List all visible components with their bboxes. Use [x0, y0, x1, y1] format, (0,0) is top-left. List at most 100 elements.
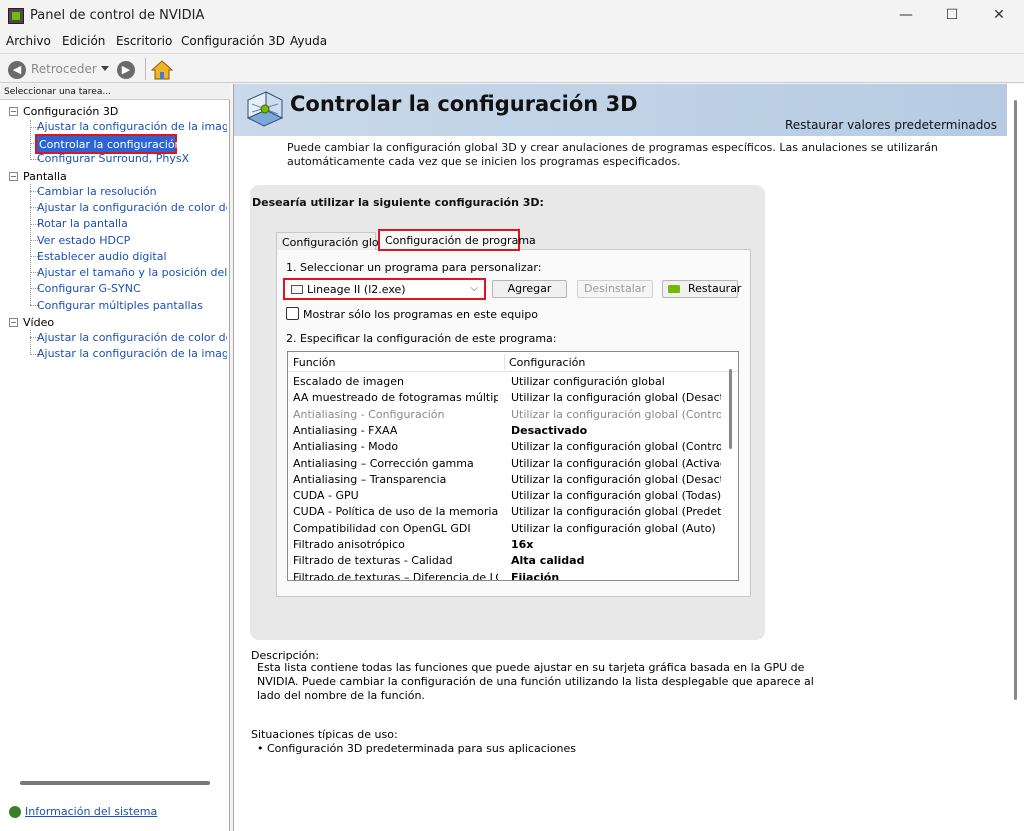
table-row[interactable]: Antialiasing – Transparencia Utilizar la … [288, 472, 724, 488]
table-row[interactable]: Antialiasing - Configuración Utilizar la … [288, 407, 724, 423]
sidebar-item-rotar-pantalla[interactable]: Rotar la pantalla [37, 217, 227, 230]
sidebar-item-cambiar-resolucion[interactable]: Cambiar la resolución [37, 185, 227, 198]
uninstall-program-button: Desinstalar [577, 280, 653, 298]
feature-name: Antialiasing - Modo [293, 440, 399, 454]
sidebar-item-multiples-pantallas[interactable]: Configurar múltiples pantallas [37, 299, 227, 312]
feature-name: Filtrado anisotrópico [293, 538, 405, 551]
show-local-programs-checkbox[interactable] [286, 307, 299, 320]
feature-value[interactable]: Desactivado [511, 424, 721, 437]
title-bar: Panel de control de NVIDIA — ☐ ✕ [0, 0, 1024, 32]
tree-group-pantalla[interactable]: Pantalla [23, 170, 67, 183]
sidebar-item-tamano-posicion[interactable]: Ajustar el tamaño y la posición del escr… [37, 266, 227, 279]
sidebar-item-imagen-video[interactable]: Ajustar la configuración de la imagen de… [37, 347, 227, 360]
feature-name: Filtrado de texturas – Diferencia de LOD… [293, 570, 498, 581]
sidebar-item-imagen-vista-previa[interactable]: Ajustar la configuración de la imagen co… [37, 120, 227, 133]
feature-value[interactable]: Utilizar la configuración global (Contro… [511, 408, 721, 421]
table-row[interactable]: Antialiasing – Corrección gamma Utilizar … [288, 456, 724, 472]
back-button-label[interactable]: Retroceder [31, 62, 97, 76]
system-info-icon [9, 806, 21, 818]
sidebar-item-color-video[interactable]: Ajustar la configuración de color del ví… [37, 331, 227, 344]
collapse-configuracion-3d-icon[interactable]: − [9, 107, 18, 116]
sidebar-item-controlar-3d[interactable]: Controlar la configuración 3D [35, 134, 200, 154]
menu-edicion[interactable]: Edición [62, 34, 105, 48]
nvidia-logo-icon [668, 285, 680, 293]
feature-name: Escalado de imagen [293, 375, 404, 388]
feature-value[interactable]: Utilizar la configuración global (Todas) [511, 489, 721, 502]
table-row[interactable]: Filtrado de texturas - Calidad Alta calid… [288, 553, 724, 569]
program-select-value: Lineage II (l2.exe) [307, 283, 406, 296]
restore-defaults-link[interactable]: Restaurar valores predeterminados [785, 118, 997, 132]
menu-archivo[interactable]: Archivo [6, 34, 51, 48]
back-arrow-icon[interactable]: ◀ [8, 61, 26, 79]
close-button[interactable]: ✕ [976, 0, 1022, 32]
feature-settings-list[interactable]: Función Configuración Escalado de imagen… [287, 351, 739, 581]
feature-value[interactable]: Utilizar la configuración global (Predet… [511, 505, 721, 518]
tree-group-video[interactable]: Vídeo [23, 316, 54, 329]
feature-name: Antialiasing – Corrección gamma [293, 456, 474, 470]
add-program-button[interactable]: Agregar [492, 280, 567, 298]
table-row[interactable]: Escalado de imagen Utilizar configuración… [288, 374, 724, 390]
tab-configuracion-programa[interactable]: Configuración de programa [378, 229, 536, 251]
table-row[interactable]: AA muestreado de fotogramas múltiples ..… [288, 390, 724, 406]
column-header-configuracion[interactable]: Configuración [509, 356, 585, 369]
table-row[interactable]: Antialiasing - Modo Utilizar la configura… [288, 439, 724, 455]
feature-name: Compatibilidad con OpenGL GDI [293, 521, 471, 535]
3d-settings-icon [246, 91, 284, 127]
table-row[interactable]: Filtrado de texturas – Diferencia de LOD… [288, 570, 724, 581]
feature-value[interactable]: Utilizar la configuración global (Activa… [511, 457, 721, 470]
menu-ayuda[interactable]: Ayuda [290, 34, 327, 48]
toolbar: ◀ Retroceder ▶ [0, 53, 1024, 83]
sidebar-item-audio-digital[interactable]: Establecer audio digital [37, 250, 227, 263]
sidebar-horizontal-scrollbar[interactable] [20, 781, 210, 785]
minimize-button[interactable]: — [883, 0, 929, 32]
feature-value[interactable]: Utilizar la configuración global (Contro… [511, 440, 721, 453]
menu-escritorio[interactable]: Escritorio [116, 34, 172, 48]
list-header: Función Configuración [288, 352, 738, 372]
table-row[interactable]: Compatibilidad con OpenGL GDI Utilizar la… [288, 521, 724, 537]
feature-name: Antialiasing - FXAA [293, 423, 398, 437]
main-scrollbar[interactable] [1014, 100, 1017, 700]
tab-configuracion-global[interactable]: Configuración global [276, 232, 395, 250]
menu-bar: Archivo Edición Escritorio Configuración… [0, 32, 1024, 52]
feature-value[interactable]: Utilizar la configuración global (Auto) [511, 522, 721, 535]
toolbar-separator [145, 58, 146, 80]
table-row[interactable]: Antialiasing - FXAA Desactivado [288, 423, 724, 439]
tree-group-configuracion-3d[interactable]: Configuración 3D [23, 105, 118, 118]
window-title: Panel de control de NVIDIA [30, 8, 205, 23]
forward-arrow-icon[interactable]: ▶ [117, 61, 135, 79]
system-info-link[interactable]: Información del sistema [25, 805, 157, 818]
main-content: Controlar la configuración 3D Restaurar … [233, 84, 1024, 831]
page-banner: Controlar la configuración 3D Restaurar … [234, 84, 1007, 136]
feature-name: Antialiasing – Transparencia [293, 472, 447, 486]
sidebar-item-g-sync[interactable]: Configurar G-SYNC [37, 282, 227, 295]
list-scrollbar[interactable] [729, 369, 732, 449]
collapse-video-icon[interactable]: − [9, 318, 18, 327]
maximize-button[interactable]: ☐ [929, 0, 975, 32]
collapse-pantalla-icon[interactable]: − [9, 172, 18, 181]
sidebar-item-hdcp[interactable]: Ver estado HDCP [37, 234, 227, 247]
show-local-programs-label[interactable]: Mostrar sólo los programas en este equip… [303, 308, 538, 321]
feature-value[interactable]: Utilizar la configuración global (Desact… [511, 473, 721, 486]
chevron-down-icon: ⌵ [470, 283, 478, 294]
column-header-funcion[interactable]: Función [293, 356, 335, 369]
sidebar-item-color-escritorio[interactable]: Ajustar la configuración de color del es… [37, 201, 227, 214]
menu-configuracion-3d[interactable]: Configuración 3D [181, 34, 285, 48]
page-title: Controlar la configuración 3D [290, 92, 638, 116]
nvidia-app-icon [8, 8, 24, 24]
table-row[interactable]: CUDA - GPU Utilizar la configuración glob… [288, 488, 724, 504]
feature-name: AA muestreado de fotogramas múltiples ..… [293, 391, 498, 405]
feature-value[interactable]: Utilizar configuración global [511, 375, 721, 388]
home-icon[interactable] [151, 60, 173, 80]
restore-program-button[interactable]: Restaurar [662, 280, 741, 298]
feature-value[interactable]: Utilizar la configuración global (Desact… [511, 391, 721, 404]
sidebar-item-surround-physx[interactable]: Configurar Surround, PhysX [37, 152, 227, 165]
feature-value[interactable]: Alta calidad [511, 554, 721, 567]
table-row[interactable]: Filtrado anisotrópico 16x [288, 537, 724, 553]
back-history-dropdown-icon[interactable] [101, 66, 109, 71]
table-row[interactable]: CUDA - Política de uso de la memoria del… [288, 504, 724, 520]
program-select[interactable]: Lineage II (l2.exe) ⌵ [283, 278, 486, 300]
feature-value[interactable]: 16x [511, 538, 721, 551]
feature-name: CUDA - Política de uso de la memoria del… [293, 505, 498, 519]
feature-value[interactable]: Fijación [511, 571, 721, 580]
step1-label: 1. Seleccionar un programa para personal… [286, 261, 542, 274]
